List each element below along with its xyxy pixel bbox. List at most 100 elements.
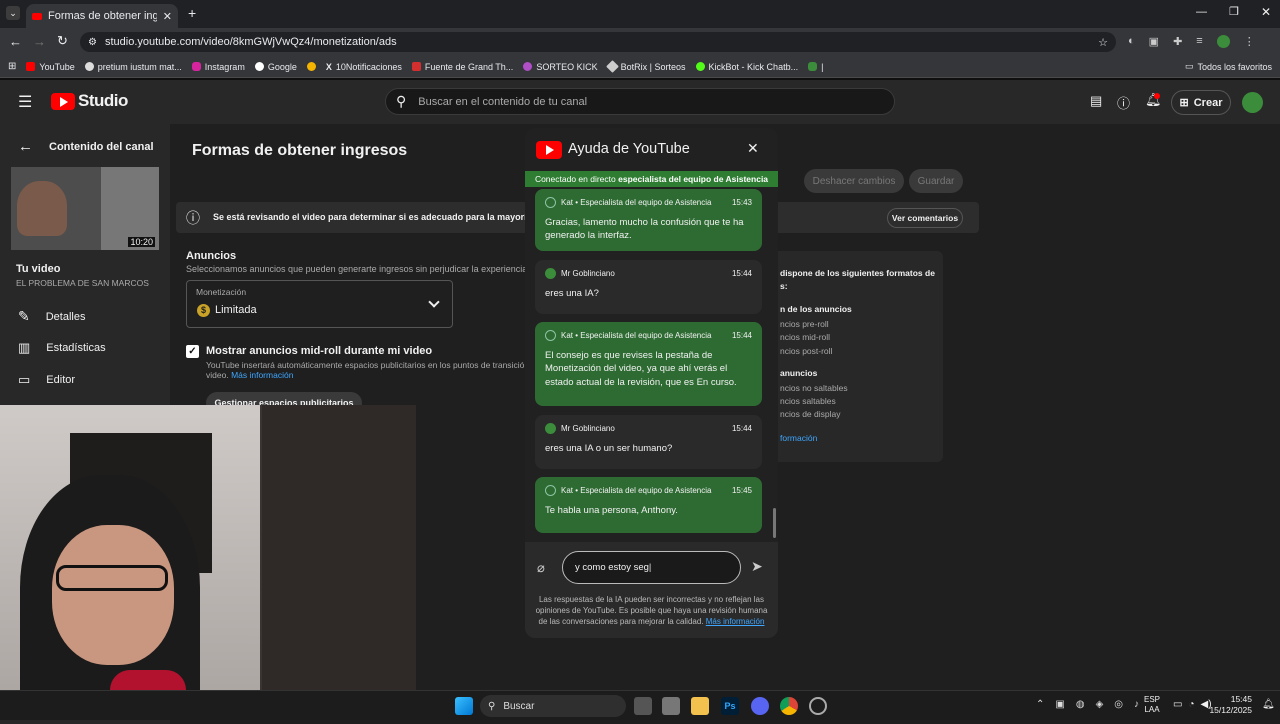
midroll-checkbox[interactable]: ✓ [186,345,199,358]
attachment-icon[interactable]: ⌀ [537,560,545,576]
pencil-icon: ✎ [18,308,30,324]
close-tab-icon[interactable]: ✕ [163,10,172,23]
puzzle-icon[interactable]: ✚ [1173,35,1182,48]
bookmark-instagram[interactable]: Instagram [191,62,245,72]
more-info-link[interactable]: Más información [231,370,293,380]
kickbot-icon [695,62,705,71]
bookmark-youtube[interactable]: YouTube [26,62,75,72]
message-author: Kat • Especialista del equipo de Asisten… [561,331,712,340]
sidebar-item-analytics[interactable]: ▥ Estadísticas [18,340,106,356]
windows-start-icon[interactable] [455,697,473,715]
message-time: 15:44 [731,331,752,340]
chat-message: Mr Goblinciano 15:44 eres una IA o un ser… [535,415,762,469]
ai-disclaimer: Las respuestas de la IA pueden ser incor… [531,595,772,627]
card-more-info-link[interactable]: formación [780,433,817,443]
tab-list-button[interactable]: ⌄ [6,6,20,20]
file-explorer-icon[interactable] [691,697,709,715]
app-icon[interactable] [662,697,680,715]
bookmark-extra[interactable]: | [808,62,823,72]
reload-icon[interactable]: ↻ [57,33,68,49]
dollar-icon: $ [197,304,210,317]
minimize-button[interactable]: — [1196,6,1207,18]
sidebar-item-editor[interactable]: ▭ Editor [18,372,75,388]
bookmark-star-icon[interactable]: ☆ [1098,36,1108,49]
format-item: ncios de display [780,409,841,419]
system-tray-icons[interactable]: ⌃ ▣ ◍ ◈ ◎ ♪ [1036,699,1139,710]
bookmark-x[interactable]: X 10Notificaciones [326,62,402,72]
play-triangle-icon [546,145,554,155]
specialist-avatar-icon [545,330,556,342]
discord-icon[interactable] [751,697,769,715]
back-to-content[interactable]: ← Contenido del canal [18,138,154,155]
bookmark-sorteo[interactable]: SORTEO KICK [523,62,598,72]
tray-icon[interactable]: ▣ [1055,699,1064,710]
connected-prefix: Conectado en directo [534,174,616,184]
taskbar-search[interactable]: ⚲ Buscar [480,695,626,717]
bookmark-kickbot[interactable]: KickBot - Kick Chatb... [695,62,798,72]
webcam-overlay [0,405,416,720]
extension-icons[interactable]: ◐ ▣ ✚ ≡ ⋮ [1128,35,1255,48]
site-info-icon[interactable]: ⚙ [88,37,97,48]
help-icon[interactable]: ⓘ [1117,93,1130,112]
disclaimer-link[interactable]: Más información [706,617,765,626]
undo-changes-button[interactable]: Deshacer cambios [804,169,904,193]
youtube-help-panel: Ayuda de YouTube ✕ Conectado en directo … [525,128,778,638]
bookmark-pinwheel[interactable] [306,62,316,71]
back-icon[interactable]: ← [9,34,22,49]
media-icon[interactable]: ≡ [1196,35,1202,48]
browser-tab[interactable]: Formas de obtener ingresos - Y ✕ [26,4,178,28]
notifications-icon[interactable]: 🔔︎ [1262,699,1275,710]
task-view-icon[interactable] [634,697,652,715]
save-button[interactable]: Guardar [909,169,963,193]
restore-button[interactable]: ❐ [1229,5,1239,18]
hamburger-menu-icon[interactable]: ☰ [18,92,32,112]
clock[interactable]: 15:45 15/12/2025 [1206,694,1252,716]
bookmark-google[interactable]: Google [254,62,297,72]
chat-scrollbar[interactable] [773,508,776,538]
channel-search-input[interactable]: ⚲ Buscar en el contenido de tu canal [385,88,895,115]
bookmark-label: 10Notificaciones [335,61,402,72]
bookmark-pretium[interactable]: pretium iustum mat... [84,62,182,72]
address-bar[interactable]: ⚙ studio.youtube.com/video/8kmGWjVwQz4/m… [80,32,1116,52]
tray-icon[interactable]: ◎ [1114,699,1123,710]
user-avatar [545,423,556,435]
video-thumbnail[interactable]: 10:20 [11,167,159,250]
language-indicator[interactable]: ESP LAA [1144,695,1160,715]
microphone-icon[interactable]: ♪ [1134,699,1139,710]
channel-avatar[interactable] [1242,92,1263,113]
photoshop-icon[interactable]: Ps [721,697,739,715]
monetization-select[interactable]: Monetización $ Limitada [186,280,453,328]
all-bookmarks[interactable]: ▭ Todos los favoritos [1185,61,1272,72]
monetization-value: Limitada [215,304,257,316]
app-icon[interactable] [809,697,827,715]
text-cursor: | [648,562,652,573]
search-icon: ⚲ [488,700,496,712]
tray-icon[interactable]: ◍ [1076,699,1085,710]
message-time: 15:44 [731,424,752,433]
apps-icon[interactable]: ⊞ [8,61,16,72]
chrome-icon[interactable] [780,697,798,715]
menu-icon[interactable]: ⋮ [1244,35,1255,48]
clock-time: 15:45 [1230,694,1252,704]
bookmark-fuente[interactable]: Fuente de Grand Th... [411,62,513,72]
new-tab-button[interactable]: + [188,5,196,21]
view-comments-button[interactable]: Ver comentarios [887,208,963,228]
sorteo-icon [523,62,533,71]
close-icon[interactable]: ✕ [747,140,759,157]
profile-avatar[interactable] [1216,35,1230,48]
extension-icon[interactable]: ◐ [1128,35,1135,48]
forward-icon[interactable]: → [33,34,46,49]
bookmark-botrix[interactable]: BotRix | Sorteos [605,60,686,73]
extension-icon[interactable]: ▣ [1149,35,1159,48]
send-icon[interactable]: ➤ [751,558,763,575]
chevron-up-icon[interactable]: ⌃ [1036,699,1044,710]
close-window-button[interactable]: ✕ [1261,5,1271,19]
create-button[interactable]: ⊞ Crear [1171,90,1231,115]
tray-icon[interactable]: ◈ [1096,699,1104,710]
midroll-label: Mostrar anuncios mid-roll durante mi vid… [206,345,433,357]
chat-message: Kat • Especialista del equipo de Asisten… [535,322,762,406]
sidebar-item-details[interactable]: ✎ Detalles [18,308,85,325]
chat-input[interactable]: y como estoy seg| [562,551,741,584]
captions-icon[interactable]: ▤ [1090,93,1102,109]
chat-footer: ⌀ y como estoy seg| ➤ Las respuestas de … [525,542,778,638]
